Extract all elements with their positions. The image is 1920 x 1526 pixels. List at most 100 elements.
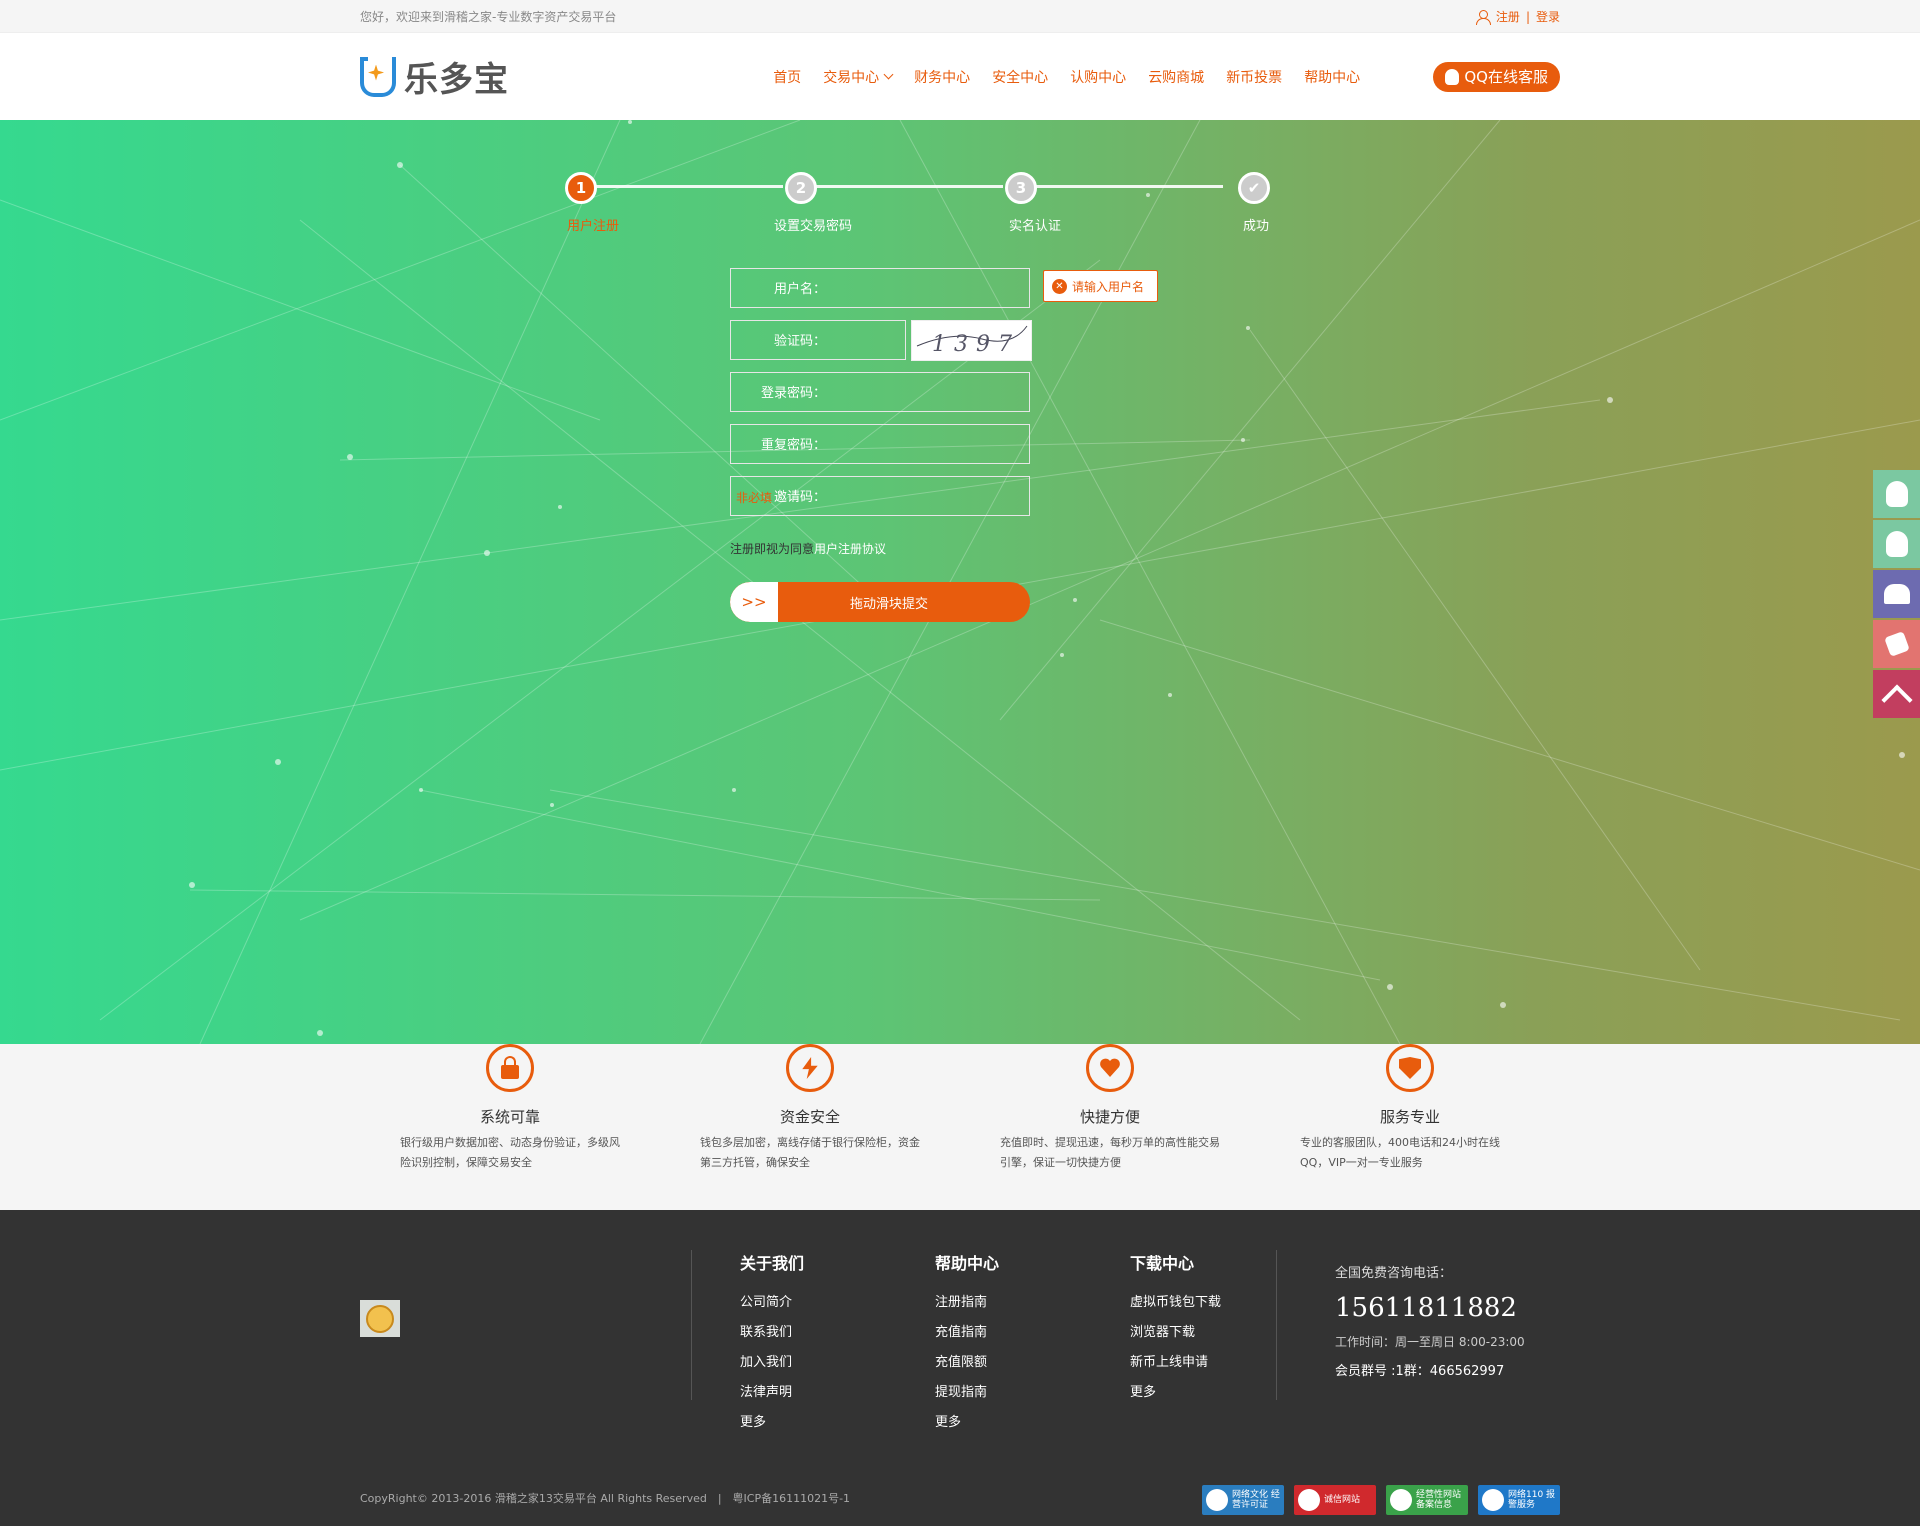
footer-columns: 关于我们 公司简介 联系我们 加入我们 法律声明 更多 帮助中心 注册指南 充值…: [740, 1250, 1325, 1438]
footer-link[interactable]: 浏览器下载: [1130, 1318, 1325, 1348]
footer-col-title: 帮助中心: [935, 1254, 1000, 1273]
culture-license-badge[interactable]: 网络文化 经营许可证: [1202, 1485, 1284, 1515]
footer-col-help: 帮助中心 注册指南 充值指南 充值限额 提现指南 更多: [935, 1250, 1130, 1438]
login-link[interactable]: 登录: [1536, 8, 1560, 25]
step-connector: [1035, 185, 1223, 188]
copyright: CopyRight© 2013-2016 滑稽之家13交易平台 All Righ…: [360, 1492, 851, 1505]
side-float-bar: [1873, 470, 1920, 720]
header: 乐多宝 首页 交易中心 财务中心 安全中心 认购中心 云购商城 新币投票 帮助中…: [0, 33, 1920, 120]
user-agreement-link[interactable]: 用户注册协议: [814, 542, 886, 556]
nav-security[interactable]: 安全中心: [981, 67, 1059, 87]
footer-col-title: 下载中心: [1130, 1254, 1195, 1273]
footer: 关于我们 公司简介 联系我们 加入我们 法律声明 更多 帮助中心 注册指南 充值…: [0, 1210, 1920, 1526]
slide-submit-control[interactable]: >> 拖动滑块提交: [730, 582, 1030, 622]
footer-link[interactable]: 加入我们: [740, 1348, 935, 1378]
qq-service-button[interactable]: QQ在线客服: [1433, 61, 1560, 92]
captcha-image[interactable]: 1397: [911, 320, 1032, 361]
captcha-input[interactable]: [730, 320, 906, 360]
feature-title: 系统可靠: [479, 1108, 540, 1126]
footer-link[interactable]: 新币上线申请: [1130, 1348, 1325, 1378]
captcha-row: 验证码： 1397: [640, 320, 1200, 372]
slider-handle[interactable]: >>: [730, 582, 778, 622]
step-4-label: 成功: [1242, 219, 1270, 234]
nav-shop[interactable]: 云购商城: [1137, 67, 1215, 87]
badge-icon: [1482, 1489, 1504, 1511]
invite-code-input[interactable]: [730, 476, 1030, 516]
side-qq-button-2[interactable]: [1873, 520, 1920, 568]
back-to-top-button[interactable]: [1873, 670, 1920, 718]
feature-desc: 银行级用户数据加密、动态身份验证，多级风险识别控制，保障交易安全: [400, 1136, 620, 1169]
separator: |: [1525, 9, 1530, 24]
step-success-check-icon: ✔: [1238, 172, 1270, 204]
nav-finance[interactable]: 财务中心: [903, 67, 981, 87]
step-3-label: 实名认证: [1008, 219, 1062, 234]
nav-vote[interactable]: 新币投票: [1215, 67, 1293, 87]
registration-steps: 1 2 3 ✔: [565, 170, 1290, 230]
footer-col-download: 下载中心 虚拟币钱包下载 浏览器下载 新币上线申请 更多: [1130, 1250, 1325, 1438]
side-phone-button[interactable]: [1873, 620, 1920, 668]
nav-help[interactable]: 帮助中心: [1293, 67, 1371, 87]
credit-site-badge[interactable]: 诚信网站: [1294, 1485, 1376, 1515]
contact-label: 全国免费咨询电话：: [1335, 1266, 1453, 1281]
register-link[interactable]: 注册: [1496, 8, 1520, 25]
badge-icon: [1390, 1489, 1412, 1511]
repeat-password-row: 重复密码：: [640, 424, 1200, 476]
footer-link[interactable]: 更多: [935, 1408, 1130, 1438]
qq-icon: [1885, 481, 1908, 507]
footer-col-about: 关于我们 公司简介 联系我们 加入我们 法律声明 更多: [740, 1250, 935, 1438]
working-hours: 工作时间：周一至周日 8:00-23:00: [1335, 1335, 1525, 1349]
step-1-marker: 1: [565, 172, 597, 204]
site-record-badge[interactable]: 经营性网站 备案信息: [1386, 1485, 1468, 1515]
side-qq-button[interactable]: [1873, 470, 1920, 518]
username-error-tooltip: ✕ 请输入用户名: [1043, 270, 1158, 302]
shield-icon: [1386, 1044, 1434, 1092]
user-icon: [1475, 9, 1491, 25]
feature-item: 服务专业 专业的客服团队，400电话和24小时在线QQ，VIP一对一专业服务: [1260, 1044, 1560, 1210]
badge-text: 诚信网站: [1324, 1495, 1361, 1505]
footer-link[interactable]: 注册指南: [935, 1288, 1130, 1318]
logo[interactable]: 乐多宝: [360, 52, 710, 101]
feature-desc: 钱包多层加密，离线存储于银行保险柜，资金第三方托管，确保安全: [700, 1136, 920, 1169]
feature-item: 资金安全 钱包多层加密，离线存储于银行保险柜，资金第三方托管，确保安全: [660, 1044, 960, 1210]
username-input[interactable]: [730, 268, 1030, 308]
badge-icon: [1298, 1489, 1320, 1511]
contact-block: 全国免费咨询电话： 15611811882 工作时间：周一至周日 8:00-23…: [1335, 1262, 1525, 1379]
step-2-label: 设置交易密码: [773, 219, 853, 234]
repeat-password-input[interactable]: [730, 424, 1030, 464]
trust-badges: 网络文化 经营许可证 诚信网站 经营性网站 备案信息 网络110 报警服务: [1202, 1485, 1560, 1515]
footer-link[interactable]: 公司简介: [740, 1288, 935, 1318]
badge-text: 网络110 报警服务: [1508, 1490, 1556, 1510]
divider: [691, 1250, 692, 1400]
step-1-label: 用户注册: [566, 219, 620, 234]
nav-home[interactable]: 首页: [762, 67, 812, 87]
nav-trade[interactable]: 交易中心: [812, 67, 903, 87]
police-110-badge[interactable]: 网络110 报警服务: [1478, 1485, 1560, 1515]
password-input[interactable]: [730, 372, 1030, 412]
footer-link[interactable]: 更多: [740, 1408, 935, 1438]
footer-link[interactable]: 虚拟币钱包下载: [1130, 1288, 1325, 1318]
step-2-marker: 2: [785, 172, 817, 204]
side-group-button[interactable]: [1873, 570, 1920, 618]
nav-subscribe[interactable]: 认购中心: [1059, 67, 1137, 87]
footer-link[interactable]: 更多: [1130, 1378, 1325, 1408]
phone-number: 15611811882: [1335, 1293, 1517, 1323]
footer-link[interactable]: 联系我们: [740, 1318, 935, 1348]
footer-link[interactable]: 法律声明: [740, 1378, 935, 1408]
footer-link[interactable]: 充值限额: [935, 1348, 1130, 1378]
smiley-image: [360, 1300, 400, 1337]
main-nav: 首页 交易中心 财务中心 安全中心 认购中心 云购商城 新币投票 帮助中心: [700, 67, 1433, 87]
heart-icon: [1086, 1044, 1134, 1092]
lightning-icon: [786, 1044, 834, 1092]
invite-placeholder: 非必填: [736, 491, 773, 505]
feature-desc: 充值即时、提现迅速，每秒万单的高性能交易引擎，保证一切快捷方便: [1000, 1136, 1220, 1169]
invite-row: 邀请码： 非必填: [640, 476, 1200, 528]
slider-text: 拖动滑块提交: [849, 596, 928, 612]
qq-service-label: QQ在线客服: [1464, 68, 1548, 86]
feature-item: 快捷方便 充值即时、提现迅速，每秒万单的高性能交易引擎，保证一切快捷方便: [960, 1044, 1260, 1210]
footer-link[interactable]: 提现指南: [935, 1378, 1130, 1408]
badge-text: 网络文化 经营许可证: [1232, 1490, 1280, 1510]
register-form: 用户名： ✕ 请输入用户名 验证码： 1397 登录密码： 重复密码： 邀请码：…: [640, 268, 1200, 528]
agreement-text: 注册即视为同意用户注册协议: [730, 540, 886, 557]
qq-icon: [1885, 531, 1908, 557]
footer-link[interactable]: 充值指南: [935, 1318, 1130, 1348]
